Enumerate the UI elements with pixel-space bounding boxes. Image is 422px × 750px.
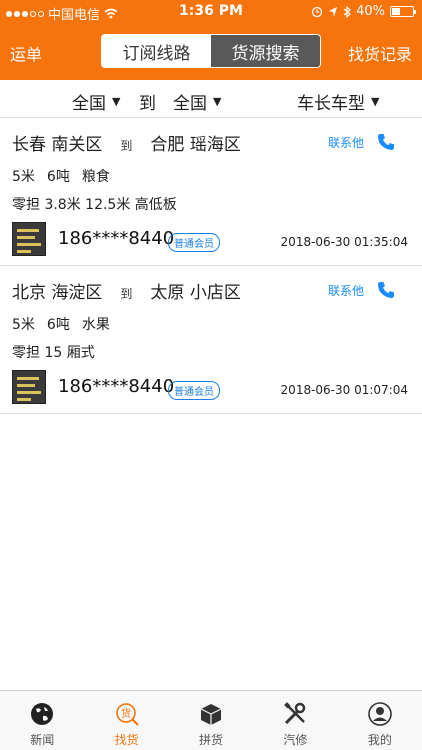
tab-repair[interactable]: 汽修 — [253, 691, 337, 750]
user-icon — [368, 702, 392, 726]
contact-button[interactable]: 联系他 — [328, 132, 396, 152]
cargo-search-icon-text: 货 — [121, 707, 131, 720]
caret-down-icon: ▼ — [371, 95, 380, 108]
listing-card[interactable]: 长春 南关区 到 合肥 瑶海区 联系他 5米 6吨 粮食 零担 3.8米 12.5米… — [0, 118, 422, 266]
vehicle-filter-label: 车长车型 — [297, 94, 365, 114]
cargo-weight: 6吨 — [46, 169, 70, 185]
tab-subscribe-routes[interactable]: 订阅线路 — [102, 35, 211, 67]
tab-find-cargo-label: 找货 — [114, 733, 139, 747]
contact-label: 联系他 — [327, 283, 364, 298]
to-label: 到 — [139, 94, 156, 114]
route-from: 北京 海淀区 — [12, 283, 103, 303]
route: 长春 南关区 到 合肥 瑶海区 — [12, 130, 241, 155]
battery-icon — [390, 6, 416, 17]
from-filter-label: 全国 — [72, 94, 106, 114]
status-bar: 中国电信 1:36 PM 40% — [0, 0, 422, 24]
tab-profile[interactable]: 我的 — [338, 691, 422, 750]
tab-profile-label: 我的 — [367, 733, 392, 747]
tab-find-cargo[interactable]: 货 找货 — [84, 691, 168, 750]
contact-label: 联系他 — [327, 135, 364, 150]
route-to-label: 到 — [120, 287, 133, 301]
caret-down-icon: ▼ — [213, 95, 222, 108]
member-badge: 普通会员 — [168, 381, 220, 400]
avatar — [12, 370, 46, 404]
listing-card[interactable]: 北京 海淀区 到 太原 小店区 联系他 5米 6吨 水果 零担 15 厢式 186*… — [0, 266, 422, 414]
tab-repair-label: 汽修 — [283, 733, 308, 747]
tab-share-cargo[interactable]: 拼货 — [169, 691, 253, 750]
phone-number: 186****8440 — [58, 376, 175, 397]
contact-button[interactable]: 联系他 — [328, 280, 396, 300]
timestamp: 2018-06-30 01:07:04 — [280, 383, 408, 397]
to-filter[interactable]: 全国 ▼ — [173, 89, 221, 114]
globe-icon — [31, 703, 54, 725]
cargo-detail: 零担 3.8米 12.5米 高低板 — [12, 197, 177, 213]
cargo-type: 粮食 — [81, 169, 110, 185]
cargo-length: 5米 — [12, 169, 35, 185]
timestamp: 2018-06-30 01:35:04 — [280, 235, 408, 249]
phone-number: 186****8440 — [58, 228, 175, 249]
bluetooth-icon — [343, 5, 351, 18]
route-to-label: 到 — [120, 139, 133, 153]
cargo-type: 水果 — [81, 317, 110, 333]
tab-bar: 新闻 货 找货 拼货 汽修 我的 — [0, 690, 422, 750]
member-badge: 普通会员 — [168, 233, 220, 252]
route-to: 合肥 瑶海区 — [150, 135, 241, 155]
route-from: 长春 南关区 — [12, 135, 103, 155]
box-icon — [200, 704, 222, 725]
phone-icon — [378, 134, 394, 150]
caret-down-icon: ▼ — [112, 95, 121, 108]
location-icon — [329, 6, 338, 17]
header: 中国电信 1:36 PM 40% 运单 订阅线路 货源搜索 找货记录 — [0, 0, 422, 80]
cargo-detail: 零担 15 厢式 — [12, 345, 95, 361]
avatar — [12, 222, 46, 256]
battery-percent: 40% — [356, 4, 385, 19]
cargo-specs: 5米 6吨 水果 — [12, 314, 122, 334]
tab-news[interactable]: 新闻 — [0, 691, 84, 750]
phone-icon — [378, 282, 394, 298]
cargo-weight: 6吨 — [46, 317, 70, 333]
route-to: 太原 小店区 — [150, 283, 241, 303]
cargo-search-icon: 货 — [115, 703, 139, 726]
tools-icon — [284, 702, 306, 725]
cargo-length: 5米 — [12, 317, 35, 333]
tab-source-search[interactable]: 货源搜索 — [211, 35, 320, 67]
lock-icon — [311, 6, 323, 17]
tab-share-cargo-label: 拼货 — [199, 733, 224, 747]
from-filter[interactable]: 全国 ▼ — [72, 89, 120, 114]
status-right: 40% — [311, 4, 416, 19]
vehicle-filter[interactable]: 车长车型 ▼ — [297, 89, 379, 114]
waybill-button[interactable]: 运单 — [10, 41, 42, 65]
tab-news-label: 新闻 — [30, 733, 55, 747]
cargo-specs: 5米 6吨 粮食 — [12, 166, 122, 186]
filter-bar: 全国 ▼ 到 全国 ▼ 车长车型 ▼ — [0, 80, 422, 118]
segmented-control: 订阅线路 货源搜索 — [101, 34, 321, 68]
to-filter-label: 全国 — [173, 94, 207, 114]
history-button[interactable]: 找货记录 — [348, 41, 412, 65]
route: 北京 海淀区 到 太原 小店区 — [12, 278, 241, 303]
